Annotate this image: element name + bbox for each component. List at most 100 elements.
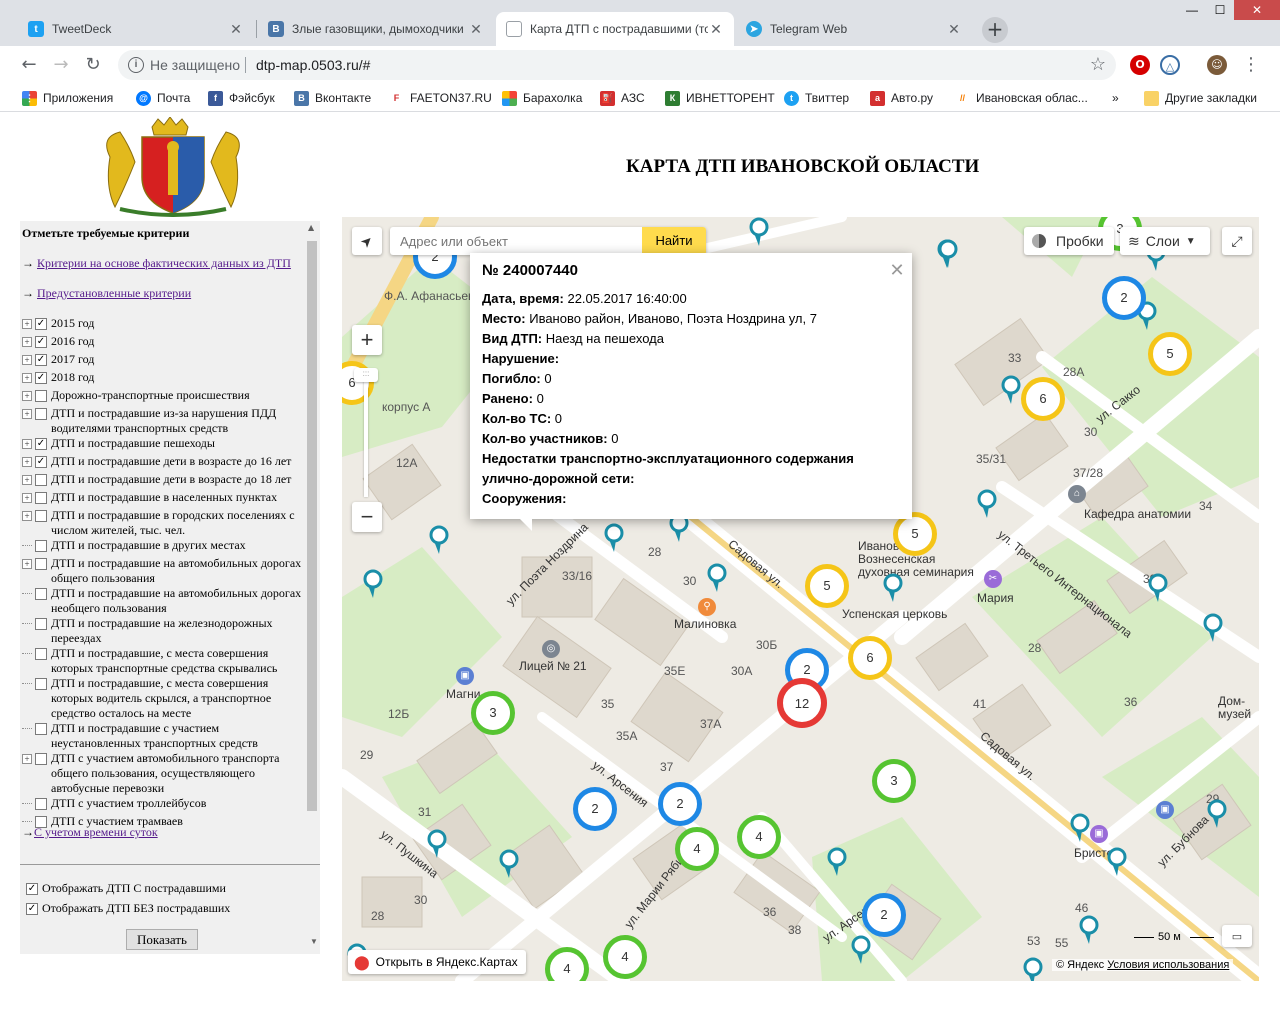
bookmark-autoru[interactable]: a Авто.ру: [870, 89, 933, 107]
forward-arrow-icon[interactable]: →: [50, 54, 72, 76]
expand-plus-icon[interactable]: +: [22, 493, 32, 503]
accident-pin-icon[interactable]: [1078, 915, 1100, 945]
expand-plus-icon[interactable]: +: [22, 559, 32, 569]
tab-telegram[interactable]: ➤ Telegram Web ✕: [736, 12, 972, 46]
checkbox-checked[interactable]: ✓: [35, 456, 47, 468]
zoom-slider-track[interactable]: [364, 369, 368, 497]
vpn-extension-icon[interactable]: △: [1160, 55, 1180, 75]
checkbox-checked[interactable]: ✓: [35, 336, 47, 348]
option-without-injured[interactable]: ✓ Отображать ДТП БЕЗ пострадавших: [26, 901, 230, 916]
criteria-item[interactable]: + ДТП и пострадавшие из-за нарушения ПДД …: [22, 406, 307, 436]
accident-cluster[interactable]: 5: [1148, 332, 1192, 376]
shop-icon[interactable]: ▣: [1156, 801, 1174, 819]
accident-pin-icon[interactable]: [1022, 957, 1044, 981]
checkbox-unchecked[interactable]: [35, 648, 47, 660]
criteria-item[interactable]: ДТП и пострадавшие с участием неустановл…: [22, 721, 307, 751]
url-text[interactable]: dtp-map.0503.ru/#: [256, 57, 370, 73]
close-tab-icon[interactable]: ✕: [708, 21, 724, 38]
zoom-in-button[interactable]: +: [352, 325, 382, 355]
bookmark-baraholka[interactable]: Барахолка: [502, 89, 582, 107]
accident-cluster[interactable]: 3: [471, 691, 515, 735]
accident-pin-icon[interactable]: [428, 525, 450, 555]
ruler-button[interactable]: ▭: [1222, 925, 1252, 947]
checkbox-checked[interactable]: ✓: [35, 318, 47, 330]
info-icon[interactable]: i: [128, 57, 144, 73]
accident-cluster[interactable]: 4: [675, 827, 719, 871]
close-tab-icon[interactable]: ✕: [228, 21, 244, 38]
accident-cluster[interactable]: 2: [658, 782, 702, 826]
accident-pin-icon[interactable]: [882, 573, 904, 603]
bookmark-faeton[interactable]: F FAETON37.RU: [389, 89, 492, 107]
traffic-button[interactable]: Пробки: [1024, 227, 1114, 255]
bookmark-torrent[interactable]: К ИВНЕТТОРЕНТ: [665, 89, 775, 107]
criteria-item[interactable]: + ДТП с участием автомобильного транспорт…: [22, 751, 307, 796]
zoom-out-button[interactable]: −: [352, 502, 382, 532]
map-search-input[interactable]: [390, 227, 640, 255]
link-time-of-day[interactable]: →С учетом времени суток: [22, 825, 158, 840]
bookmark-azs[interactable]: ⛽ АЗС: [600, 89, 645, 107]
link-time-of-day-text[interactable]: С учетом времени суток: [34, 825, 158, 839]
layers-button[interactable]: ≋ Слои ▼: [1120, 227, 1210, 255]
link-preset-criteria[interactable]: → Предустановленные критерии: [22, 286, 191, 301]
geolocation-button[interactable]: ➤: [352, 227, 382, 255]
criteria-item[interactable]: + Дорожно-транспортные происшествия: [22, 388, 307, 406]
criteria-item[interactable]: ДТП и пострадавшие на железнодорожных пе…: [22, 616, 307, 646]
terms-link[interactable]: Условия использования: [1107, 959, 1229, 971]
criteria-item[interactable]: ДТП и пострадавшие, с места совершения к…: [22, 646, 307, 676]
bookmark-star-icon[interactable]: ☆: [1090, 54, 1106, 75]
expand-plus-icon[interactable]: +: [22, 754, 32, 764]
checkbox-checked[interactable]: ✓: [26, 882, 38, 895]
maximize-button[interactable]: ☐: [1206, 0, 1234, 20]
reload-icon[interactable]: ↻: [82, 54, 104, 76]
link-actual-criteria[interactable]: → Критерии на основе фактических данных …: [22, 256, 291, 271]
checkbox-checked[interactable]: ✓: [35, 372, 47, 384]
minimize-button[interactable]: —: [1178, 0, 1206, 20]
bookmark-apps[interactable]: ⋮ Приложения: [22, 89, 113, 107]
criteria-item[interactable]: + ✓ 2016 год: [22, 334, 307, 352]
bookmark-region[interactable]: // Ивановская облас...: [955, 89, 1088, 107]
accident-cluster[interactable]: 2: [573, 787, 617, 831]
accident-pin-icon[interactable]: [850, 935, 872, 965]
expand-plus-icon[interactable]: +: [22, 337, 32, 347]
close-tab-icon[interactable]: ✕: [946, 21, 962, 38]
tab-tweetdeck[interactable]: t TweetDeck ✕: [18, 12, 254, 46]
checkbox-unchecked[interactable]: [35, 558, 47, 570]
scroll-thumb[interactable]: [307, 241, 317, 811]
tab-vk[interactable]: В Злые газовщики, дымоходчики ✕: [258, 12, 494, 46]
accident-pin-icon[interactable]: [1106, 847, 1128, 877]
fullscreen-button[interactable]: ⤢: [1222, 227, 1252, 255]
accident-cluster[interactable]: 12: [777, 678, 827, 728]
map[interactable]: ул. Поэта Ноздрина Садовая ул. Садовая у…: [342, 217, 1259, 981]
accident-pin-icon[interactable]: [426, 829, 448, 859]
accident-cluster[interactable]: 6: [848, 636, 892, 680]
checkbox-checked[interactable]: ✓: [26, 902, 38, 915]
criteria-item[interactable]: ДТП с участием троллейбусов: [22, 796, 307, 814]
back-arrow-icon[interactable]: ←: [18, 54, 40, 76]
accident-pin-icon[interactable]: [1147, 573, 1169, 603]
expand-plus-icon[interactable]: +: [22, 475, 32, 485]
criteria-item[interactable]: + ДТП и пострадавшие дети в возрасте до 1…: [22, 472, 307, 490]
beauty-salon-icon[interactable]: ✂: [984, 570, 1002, 588]
accident-pin-icon[interactable]: [748, 217, 770, 247]
checkbox-checked[interactable]: ✓: [35, 354, 47, 366]
accident-cluster[interactable]: 6: [1021, 377, 1065, 421]
school-icon[interactable]: ◎: [542, 640, 560, 658]
checkbox-unchecked[interactable]: [35, 390, 47, 402]
new-tab-button[interactable]: +: [982, 17, 1008, 43]
expand-plus-icon[interactable]: +: [22, 355, 32, 365]
criteria-item[interactable]: + ДТП и пострадавшие в населенных пунктах: [22, 490, 307, 508]
opera-extension-icon[interactable]: O: [1130, 55, 1150, 75]
accident-pin-icon[interactable]: [1202, 613, 1224, 643]
close-window-button[interactable]: ✕: [1234, 0, 1280, 20]
checkbox-unchecked[interactable]: [35, 540, 47, 552]
accident-cluster[interactable]: 3: [872, 759, 916, 803]
expand-plus-icon[interactable]: +: [22, 457, 32, 467]
accident-cluster[interactable]: 4: [737, 815, 781, 859]
close-icon[interactable]: ✕: [888, 261, 906, 279]
show-button[interactable]: Показать: [126, 929, 198, 950]
checkbox-checked[interactable]: ✓: [35, 438, 47, 450]
bookmarks-more-button[interactable]: »: [1112, 89, 1119, 107]
accident-cluster[interactable]: 5: [805, 564, 849, 608]
checkbox-unchecked[interactable]: [35, 408, 47, 420]
accident-pin-icon[interactable]: [976, 489, 998, 519]
